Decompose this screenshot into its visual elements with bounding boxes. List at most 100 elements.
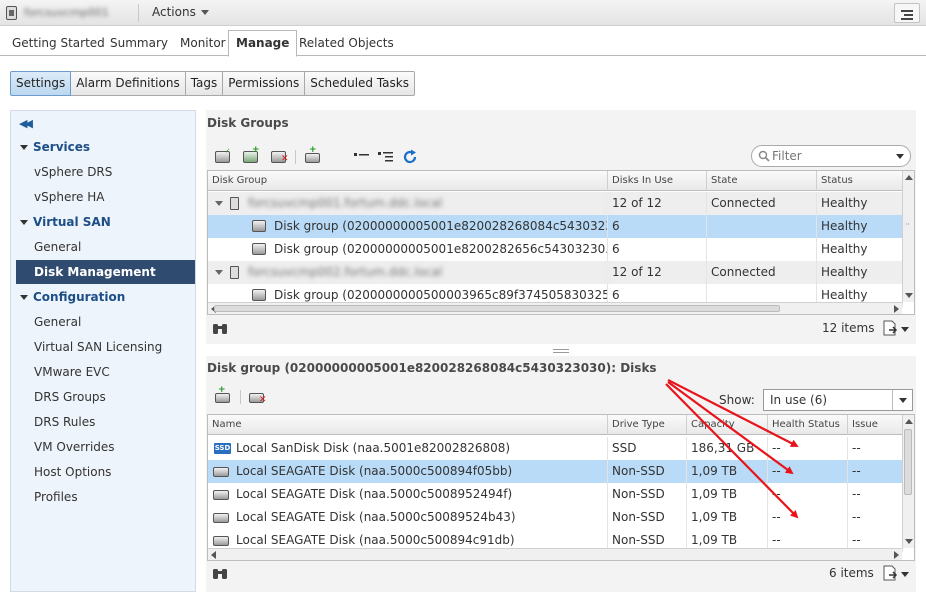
- chevron-down-icon[interactable]: [901, 572, 909, 577]
- sidebar-item-vmware-evc[interactable]: VMware EVC: [11, 360, 195, 384]
- disk-name: Local SEAGATE Disk (naa.5000c50089524b43…: [232, 506, 608, 529]
- show-select[interactable]: In use (6): [763, 389, 913, 411]
- item-count: 6 items: [829, 566, 874, 580]
- settings-sidebar: ◀◀ Services vSphere DRS vSphere HA Virtu…: [10, 110, 196, 592]
- toolbar-separator: [240, 390, 241, 404]
- tab-monitor[interactable]: Monitor: [180, 31, 226, 56]
- tab-getting-started[interactable]: Getting Started: [12, 31, 105, 56]
- find-icon[interactable]: [212, 322, 228, 336]
- table-row[interactable]: SSD Local SanDisk Disk (naa.5001e8200282…: [208, 437, 903, 460]
- drive-type: Non-SSD: [608, 460, 687, 483]
- create-disk-group-icon[interactable]: +: [243, 146, 260, 164]
- health-status: --: [768, 506, 848, 529]
- chevron-down-icon[interactable]: [901, 327, 909, 332]
- column-header-disk-group[interactable]: Disk Group: [208, 171, 608, 191]
- splitter-handle[interactable]: [553, 349, 569, 353]
- filter-field[interactable]: [751, 145, 911, 167]
- subtab-tags[interactable]: Tags: [185, 71, 224, 96]
- menu-icon[interactable]: [894, 3, 920, 23]
- main-tabs: Getting Started Summary Monitor Manage R…: [0, 27, 926, 57]
- sidebar-item-vm-overrides[interactable]: VM Overrides: [11, 435, 195, 459]
- table-row[interactable]: forcsuvcmp002.fortum.ddc.local 12 of 12 …: [208, 261, 903, 284]
- expand-all-icon[interactable]: [378, 150, 394, 164]
- disk-name: Local SanDisk Disk (naa.5001e82002826808…: [232, 437, 608, 460]
- column-header-capacity[interactable]: Capacity: [687, 415, 768, 435]
- sidebar-section-configuration[interactable]: Configuration: [11, 285, 195, 309]
- sidebar-item-vsphere-drs[interactable]: vSphere DRS: [11, 160, 195, 184]
- table-row[interactable]: Local SEAGATE Disk (naa.5000c5008952494f…: [208, 483, 903, 506]
- column-header-state[interactable]: State: [707, 171, 817, 191]
- disk-group-name: Disk group (02000000005001e8200282656c54…: [270, 238, 608, 261]
- column-header-status[interactable]: Status: [817, 171, 903, 191]
- vertical-scrollbar[interactable]: ··: [902, 415, 914, 548]
- expand-icon[interactable]: [215, 201, 223, 206]
- show-label: Show:: [719, 393, 755, 407]
- show-value: In use (6): [770, 393, 828, 407]
- chevron-down-icon[interactable]: [896, 154, 904, 159]
- tab-manage[interactable]: Manage: [228, 30, 298, 57]
- dropdown-button[interactable]: [892, 390, 912, 410]
- subtab-scheduled-tasks[interactable]: Scheduled Tasks: [305, 71, 415, 96]
- column-header-issue[interactable]: Issue: [848, 415, 903, 435]
- sidebar-section-services[interactable]: Services: [11, 135, 195, 159]
- claim-disks-icon[interactable]: ✓: [215, 148, 231, 164]
- table-row[interactable]: Local SEAGATE Disk (naa.5000c500894f05bb…: [208, 460, 903, 483]
- column-header-health-status[interactable]: Health Status: [768, 415, 848, 435]
- table-row[interactable]: Disk group (02000000005001e820028268084c…: [208, 215, 903, 238]
- subtab-permissions[interactable]: Permissions: [223, 71, 306, 96]
- subtab-settings[interactable]: Settings: [10, 71, 72, 96]
- horizontal-scrollbar[interactable]: [208, 302, 902, 314]
- sidebar-item-vsan-licensing[interactable]: Virtual SAN Licensing: [11, 335, 195, 359]
- health-status: --: [768, 437, 848, 460]
- title-bar: forcsuvcmp001 Actions: [0, 0, 926, 26]
- disk-name: Local SEAGATE Disk (naa.5000c5008952494f…: [232, 483, 608, 506]
- sidebar-item-disk-management[interactable]: Disk Management: [16, 260, 195, 284]
- table-row[interactable]: Local SEAGATE Disk (naa.5000c50089524b43…: [208, 506, 903, 529]
- actions-menu[interactable]: Actions: [152, 5, 209, 19]
- disk-group-name: Disk group (02000000005001e820028268084c…: [270, 215, 608, 238]
- column-header-disks-in-use[interactable]: Disks In Use: [608, 171, 707, 191]
- disk-group-icon: [252, 289, 266, 301]
- remove-disk-group-icon[interactable]: ✕: [271, 150, 289, 164]
- sidebar-item-config-general[interactable]: General: [11, 310, 195, 334]
- sidebar-item-drs-rules[interactable]: DRS Rules: [11, 410, 195, 434]
- refresh-icon[interactable]: [402, 149, 418, 164]
- sidebar-item-vsphere-ha[interactable]: vSphere HA: [11, 185, 195, 209]
- ssd-icon: SSD: [214, 443, 231, 454]
- horizontal-scrollbar[interactable]: [208, 548, 902, 560]
- find-icon[interactable]: [212, 567, 228, 581]
- sidebar-section-virtual-san[interactable]: Virtual SAN: [11, 210, 195, 234]
- expand-icon[interactable]: [215, 270, 223, 275]
- export-icon[interactable]: [882, 565, 898, 581]
- collapse-all-icon[interactable]: [354, 150, 370, 164]
- tab-summary[interactable]: Summary: [110, 31, 168, 56]
- filter-input[interactable]: [772, 148, 892, 164]
- table-row[interactable]: Disk group (0200000000500003965c89f37450…: [208, 284, 903, 307]
- disks-in-use: 6: [608, 238, 707, 261]
- disk-groups-panel: Disk Groups ✓ + ✕ + Disk Group Disks In …: [206, 110, 916, 344]
- item-count: 12 items: [822, 321, 875, 335]
- add-disk-icon[interactable]: +: [305, 146, 321, 164]
- tab-related-objects[interactable]: Related Objects: [299, 31, 394, 56]
- sidebar-item-host-options[interactable]: Host Options: [11, 460, 195, 484]
- export-icon[interactable]: [882, 320, 898, 336]
- expand-icon: [20, 295, 28, 300]
- disk-groups-title: Disk Groups: [207, 116, 289, 130]
- vertical-scrollbar[interactable]: ··: [902, 171, 914, 302]
- issue: --: [848, 437, 903, 460]
- sidebar-item-label: Services: [33, 140, 91, 154]
- sidebar-item-label: Virtual SAN: [33, 215, 111, 229]
- table-row[interactable]: forcsuvcmp001.fortum.ddc.local 12 of 12 …: [208, 192, 903, 215]
- table-row[interactable]: Local SEAGATE Disk (naa.5000c500894c91db…: [208, 529, 903, 552]
- sidebar-item-drs-groups[interactable]: DRS Groups: [11, 385, 195, 409]
- column-header-name[interactable]: Name: [208, 415, 608, 435]
- subtab-alarm-definitions[interactable]: Alarm Definitions: [71, 71, 186, 96]
- table-row[interactable]: Disk group (02000000005001e8200282656c54…: [208, 238, 903, 261]
- add-disk-icon[interactable]: +: [215, 386, 231, 404]
- remove-disk-icon[interactable]: ✕: [249, 390, 267, 405]
- sidebar-item-vsan-general[interactable]: General: [11, 235, 195, 259]
- collapse-icon[interactable]: ◀◀: [19, 117, 33, 130]
- disks-in-use: 12 of 12: [608, 192, 707, 215]
- column-header-drive-type[interactable]: Drive Type: [608, 415, 687, 435]
- sidebar-item-profiles[interactable]: Profiles: [11, 485, 195, 509]
